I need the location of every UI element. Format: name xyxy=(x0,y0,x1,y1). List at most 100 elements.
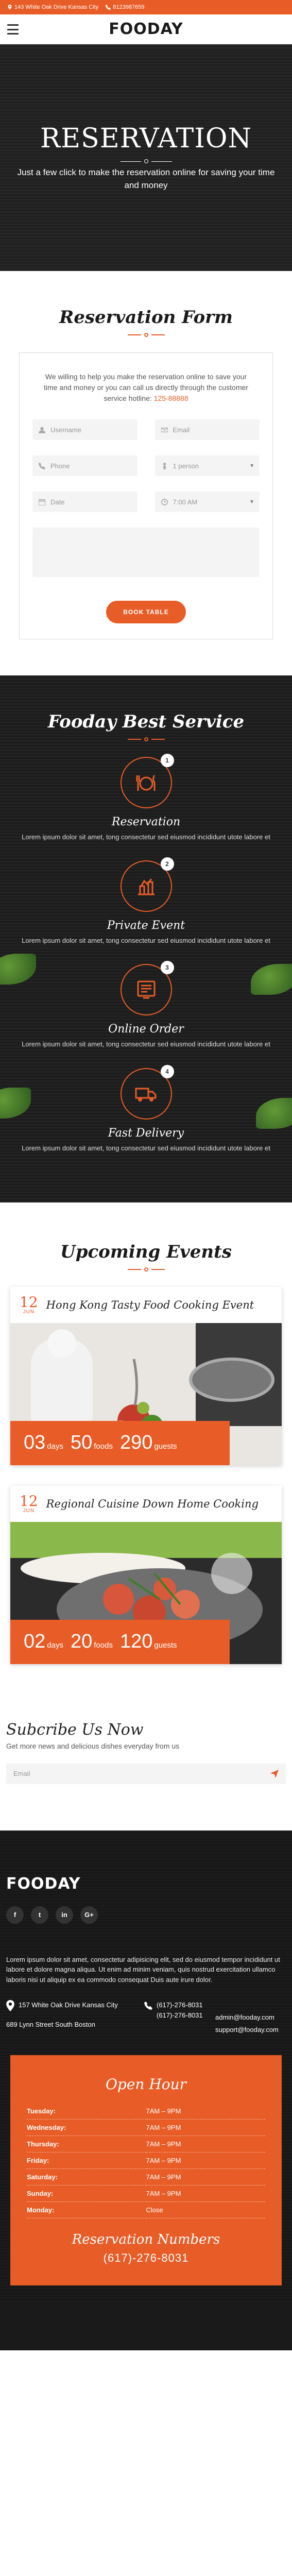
truck-icon xyxy=(135,1088,156,1101)
service-text: Lorem ipsum dolor sit amet, tong consect… xyxy=(22,833,270,841)
service-title: Private Event xyxy=(107,919,185,933)
footer-address-1: 157 White Oak Drive Kansas City xyxy=(19,2001,118,2009)
reservation-phone[interactable]: (617)-276-8031 xyxy=(27,2251,265,2265)
event-image: 03 days 50 foods 290 guests xyxy=(10,1323,282,1465)
service-number: 2 xyxy=(160,857,174,871)
footer-logo[interactable]: FOODAY xyxy=(6,1875,286,1893)
open-hours-table: Tuesday: 7AM – 9PM Wednesday: 7AM – 9PM Th… xyxy=(27,2103,265,2219)
hours-row: Sunday: 7AM – 9PM xyxy=(27,2185,265,2202)
footer-bottom-bar xyxy=(0,2301,292,2351)
facebook-icon[interactable]: f xyxy=(6,1906,24,1924)
open-hours-panel: Open Hour Tuesday: 7AM – 9PM Wednesday: 7A… xyxy=(10,2055,282,2286)
hotline-number[interactable]: 125-88888 xyxy=(154,394,188,402)
envelope-icon xyxy=(161,427,168,432)
service-title: Reservation xyxy=(111,816,181,828)
reservation-numbers-title: Reservation Numbers xyxy=(72,2232,220,2248)
subscribe-text: Get more news and delicious dishes every… xyxy=(6,1741,180,1750)
reservation-form: We willing to help you make the reservat… xyxy=(19,352,273,639)
dish-icon xyxy=(136,775,155,791)
hero-title: RESERVATION xyxy=(40,123,252,155)
events-section: Upcoming Events 12 JUN Hong Kong Tasty F… xyxy=(0,1202,292,1705)
hours-row: Wednesday: 7AM – 9PM xyxy=(27,2119,265,2137)
subscribe-title: Subcribe Us Now xyxy=(6,1720,144,1739)
book-table-button[interactable]: BOOK TABLE xyxy=(106,601,186,623)
send-icon[interactable] xyxy=(270,1769,279,1778)
topbar-phone[interactable]: 8123987659 xyxy=(106,4,144,10)
site-header: FOODAY xyxy=(0,14,292,44)
location-icon xyxy=(8,5,12,10)
topbar-address: 143 White Oak Drive Kansas City xyxy=(7,4,98,10)
hero-divider xyxy=(120,159,172,164)
service-title: Fast Delivery xyxy=(108,1126,184,1140)
order-icon xyxy=(137,980,155,999)
footer-email-2[interactable]: support@fooday.com xyxy=(215,2025,286,2035)
footer-address-2: 689 Lynn Street South Boston xyxy=(6,2020,95,2028)
footer-email-1[interactable]: admin@fooday.com xyxy=(215,2012,286,2023)
event-card[interactable]: 12 JUN Regional Cuisine Down Home Cookin… xyxy=(10,1485,282,1664)
phone-icon xyxy=(144,2002,152,2010)
hours-row: Friday: 7AM – 9PM xyxy=(27,2152,265,2170)
event-date: 12 JUN xyxy=(20,1492,38,1514)
event-title[interactable]: Regional Cuisine Down Home Cooking xyxy=(46,1498,259,1510)
service-number: 4 xyxy=(160,1064,174,1078)
hours-row: Tuesday: 7AM – 9PM xyxy=(27,2103,265,2120)
username-field[interactable]: Username xyxy=(32,419,138,440)
site-logo[interactable]: FOODAY xyxy=(109,20,183,38)
open-hours-title: Open Hour xyxy=(105,2076,187,2093)
location-icon xyxy=(6,2000,14,2012)
service-item: 3 Online Order Lorem ipsum dolor sit ame… xyxy=(0,961,292,1049)
title-divider xyxy=(0,333,292,337)
event-card[interactable]: 12 JUN Hong Kong Tasty Food Cooking Even… xyxy=(10,1286,282,1465)
footer-about: Lorem ipsum dolor sit amet, consectetur … xyxy=(6,1955,280,1984)
subscribe-email-input[interactable]: Email xyxy=(6,1763,286,1784)
message-textarea[interactable] xyxy=(32,528,260,577)
twitter-icon[interactable]: t xyxy=(31,1906,48,1924)
chevron-down-icon: ▼ xyxy=(249,499,254,505)
google-plus-icon[interactable]: G+ xyxy=(80,1906,98,1924)
hours-row: Monday: Close xyxy=(27,2201,265,2219)
services-title: Fooday Best Service xyxy=(47,711,245,732)
service-number: 3 xyxy=(160,961,174,975)
service-item: 1 Reservation Lorem ipsum dolor sit amet… xyxy=(0,754,292,842)
linkedin-icon[interactable]: in xyxy=(56,1906,73,1924)
events-title: Upcoming Events xyxy=(60,1241,232,1262)
service-title: Online Order xyxy=(108,1023,184,1036)
hours-row: Saturday: 7AM – 9PM xyxy=(27,2168,265,2186)
top-bar: 143 White Oak Drive Kansas City 81239876… xyxy=(0,0,292,14)
service-text: Lorem ipsum dolor sit amet, tong consect… xyxy=(22,937,270,945)
hero-banner: RESERVATION Just a few click to make the… xyxy=(0,44,292,271)
hamburger-menu-icon[interactable] xyxy=(7,24,19,35)
event-date: 12 JUN xyxy=(20,1293,38,1315)
time-select[interactable]: 7:00 AM ▼ xyxy=(154,492,260,512)
calendar-icon xyxy=(39,499,45,505)
subscribe-section: Subcribe Us Now Get more news and delici… xyxy=(0,1705,292,1831)
title-divider xyxy=(0,1267,292,1272)
service-text: Lorem ipsum dolor sit amet, tong consect… xyxy=(22,1144,270,1152)
service-item: 2 Private Event Lorem ipsum dolor sit am… xyxy=(0,857,292,945)
reservation-intro: We willing to help you make the reservat… xyxy=(44,372,248,402)
footer-phone-1[interactable]: (617)-276-8031 xyxy=(157,2000,203,2010)
people-select[interactable]: 1 person ▼ xyxy=(154,455,260,476)
person-icon xyxy=(163,462,166,469)
site-footer: FOODAY f t in G+ Lorem ipsum dolor sit a… xyxy=(0,1830,292,2301)
chevron-down-icon: ▼ xyxy=(249,463,254,469)
service-item: 4 Fast Delivery Lorem ipsum dolor sit am… xyxy=(0,1064,292,1153)
service-number: 1 xyxy=(160,754,174,767)
reservation-section: Reservation Form We willing to help you … xyxy=(0,271,292,675)
event-image: 02 days 20 foods 120 guests xyxy=(10,1521,282,1664)
reservation-title: Reservation Form xyxy=(59,307,233,328)
email-field[interactable]: Email xyxy=(154,419,260,440)
footer-phone-2[interactable]: (617)-276-8031 xyxy=(157,2010,203,2021)
date-field[interactable]: Date xyxy=(32,492,138,512)
hours-row: Thursday: 7AM – 9PM xyxy=(27,2136,265,2153)
hero-subtitle: Just a few click to make the reservation… xyxy=(17,167,275,190)
services-section: Fooday Best Service 1 Reservation Lorem … xyxy=(0,675,292,1202)
event-title[interactable]: Hong Kong Tasty Food Cooking Event xyxy=(46,1299,254,1311)
social-links: f t in G+ xyxy=(6,1906,286,1924)
clock-icon xyxy=(161,498,168,505)
event-stats: 03 days 50 foods 290 guests xyxy=(10,1420,230,1465)
title-divider xyxy=(0,737,292,741)
event-icon xyxy=(138,878,154,895)
event-stats: 02 days 20 foods 120 guests xyxy=(10,1619,230,1664)
phone-field[interactable]: Phone xyxy=(32,455,138,476)
